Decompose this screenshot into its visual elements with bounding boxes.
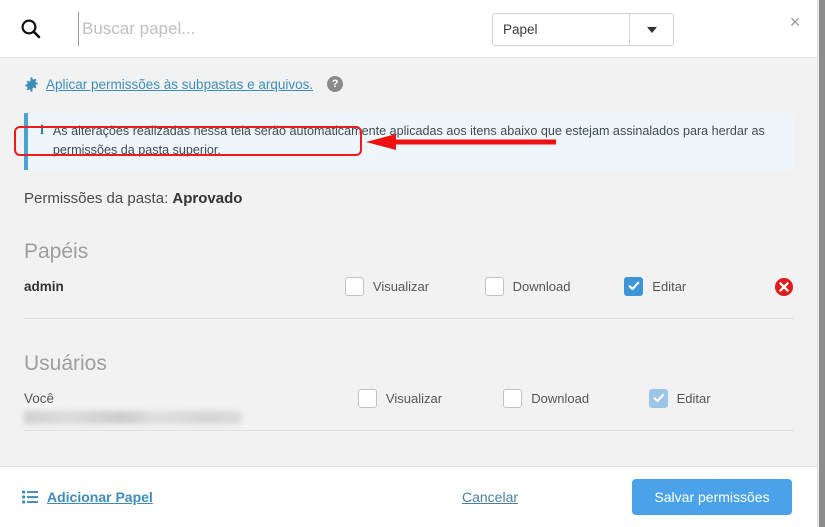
checkbox-editar-label: Editar: [652, 279, 687, 294]
permission-download-users-voce[interactable]: Download: [503, 387, 648, 408]
page-scrollbar[interactable]: [817, 0, 825, 527]
modal-header: Papel ×: [0, 0, 818, 58]
close-icon[interactable]: ×: [782, 9, 808, 35]
search-type-select[interactable]: Papel: [492, 13, 674, 46]
search-input[interactable]: [78, 12, 473, 46]
gear-icon: [24, 76, 39, 92]
add-role-label: Adicionar Papel: [47, 489, 153, 505]
apply-permissions-row: Aplicar permissões às subpastas e arquiv…: [24, 58, 794, 96]
apply-to-subfolders-link[interactable]: Aplicar permissões às subpastas e arquiv…: [24, 77, 313, 92]
search-type-value: Papel: [503, 22, 538, 37]
checkbox-download-label: Download: [531, 391, 590, 406]
checkbox-visualizar-label: Visualizar: [372, 279, 430, 294]
table-row: admin Visualizar Download Editar: [24, 275, 794, 319]
folder-permissions-name: Aprovado: [172, 190, 243, 207]
section-title-users: Usuários: [24, 352, 107, 375]
checkbox-visualizar[interactable]: [344, 277, 364, 296]
user-name-cell: Você: [24, 387, 358, 424]
folder-permissions-label: Permissões da pasta: Aprovado: [24, 190, 794, 207]
permissions-modal: Papel × Aplicar permissões às subpastas …: [0, 0, 825, 527]
user-name: Você: [24, 391, 55, 406]
chevron-down-icon: [646, 26, 657, 33]
checkbox-visualizar[interactable]: [357, 389, 377, 408]
apply-to-subfolders-label: Aplicar permissões às subpastas e arquiv…: [46, 76, 314, 92]
folder-permissions-prefix: Permissões da pasta:: [24, 190, 169, 207]
checkbox-editar: [648, 389, 668, 408]
delete-circle-icon[interactable]: [774, 277, 794, 297]
modal-footer: Adicionar Papel Cancelar Salvar permissõ…: [0, 466, 818, 527]
help-circle-icon[interactable]: ?: [327, 76, 344, 92]
info-icon: i: [40, 123, 44, 138]
modal-body: Aplicar permissões às subpastas e arquiv…: [0, 58, 818, 466]
permission-visualizar-roles-admin[interactable]: Visualizar: [344, 275, 485, 296]
checkbox-download[interactable]: [484, 277, 504, 296]
role-name: admin: [24, 279, 64, 294]
info-alert-text: As alterações realizadas nessa tela serã…: [52, 124, 765, 157]
user-email-redacted: [24, 411, 242, 424]
info-alert: i As alterações realizadas nessa tela se…: [24, 113, 794, 170]
checkbox-download-label: Download: [512, 279, 571, 294]
permission-editar-users-voce: Editar: [648, 387, 794, 408]
check-icon: [653, 393, 664, 403]
checkbox-download[interactable]: [503, 389, 523, 408]
page-scrollbar-thumb[interactable]: [819, 0, 825, 527]
role-name-cell: admin: [24, 275, 345, 294]
add-role-button[interactable]: Adicionar Papel: [22, 489, 153, 505]
search-type-caret-button[interactable]: [629, 14, 673, 45]
section-title-roles: Papéis: [24, 240, 89, 263]
check-icon: [628, 281, 640, 291]
cancel-button[interactable]: Cancelar: [462, 489, 518, 505]
checkbox-editar-label: Editar: [676, 391, 711, 406]
checkbox-editar[interactable]: [624, 277, 644, 296]
checkbox-visualizar-label: Visualizar: [385, 391, 443, 406]
list-icon: [22, 490, 38, 504]
table-row: Você Visualizar Download Editar: [24, 387, 794, 431]
permission-download-roles-admin[interactable]: Download: [484, 275, 625, 296]
permission-editar-roles-admin[interactable]: Editar: [624, 275, 764, 296]
permission-visualizar-users-voce[interactable]: Visualizar: [357, 387, 503, 408]
search-icon: [20, 18, 42, 40]
save-permissions-button[interactable]: Salvar permissões: [632, 479, 792, 515]
